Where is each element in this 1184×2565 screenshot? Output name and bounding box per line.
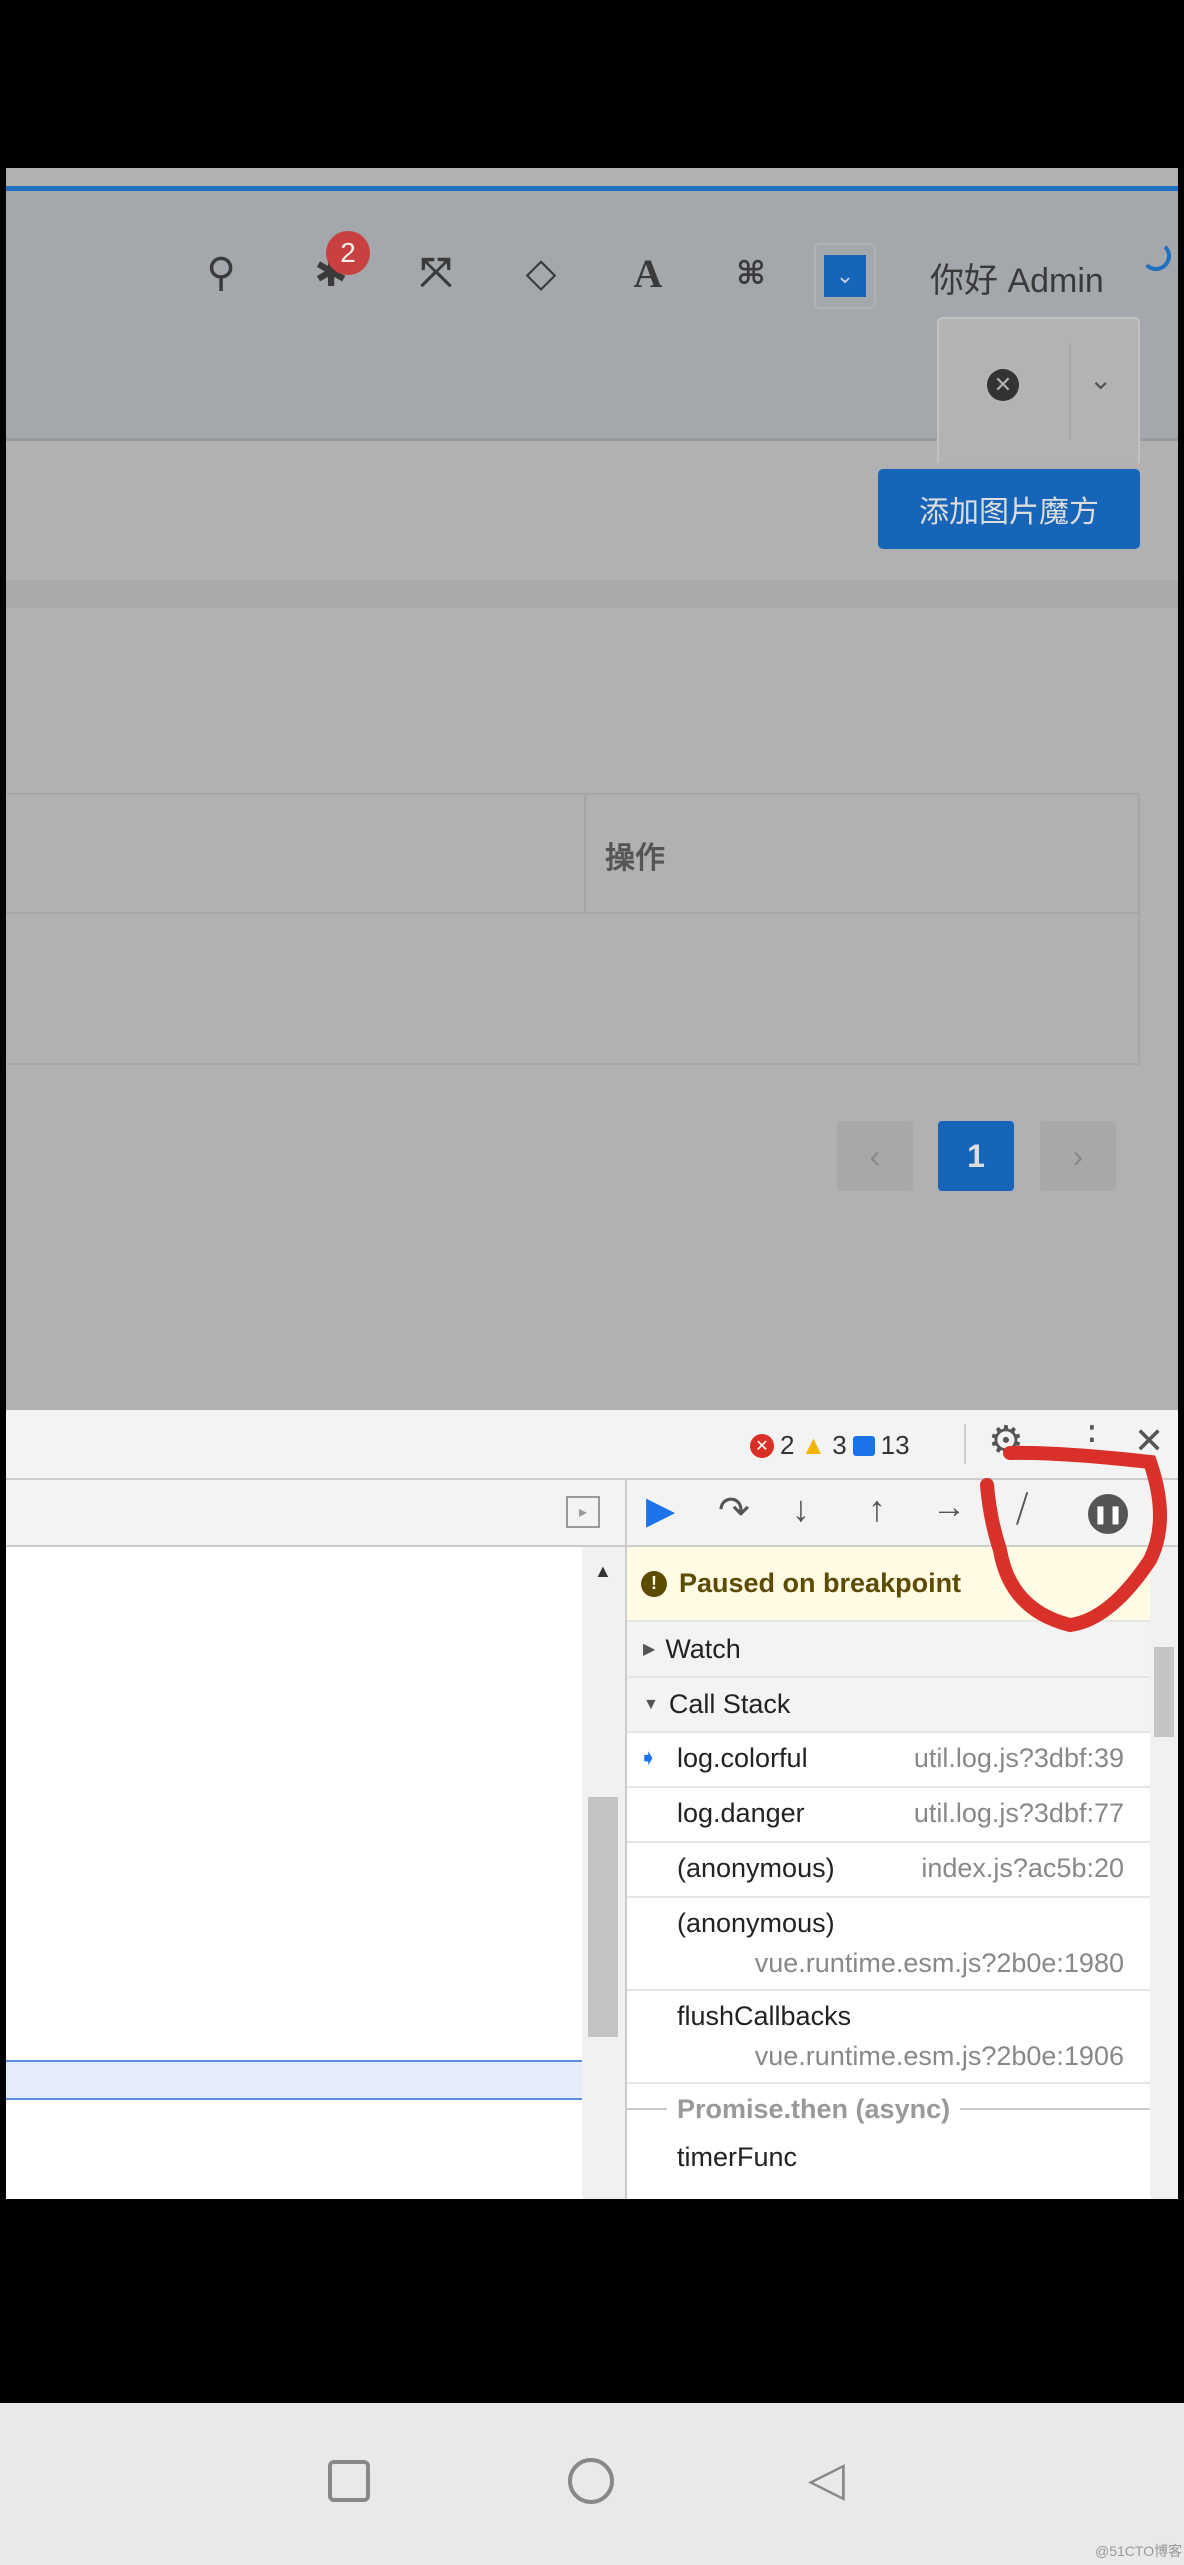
home-button[interactable] <box>568 2458 614 2504</box>
back-button[interactable]: ◁ <box>808 2451 845 2507</box>
android-nav-bar: ◁ @51CTO博客 <box>0 2403 1184 2565</box>
red-annotation-mark <box>980 1445 1167 1633</box>
recent-apps-button[interactable] <box>328 2460 370 2502</box>
watermark: @51CTO博客 <box>1095 2543 1183 2559</box>
